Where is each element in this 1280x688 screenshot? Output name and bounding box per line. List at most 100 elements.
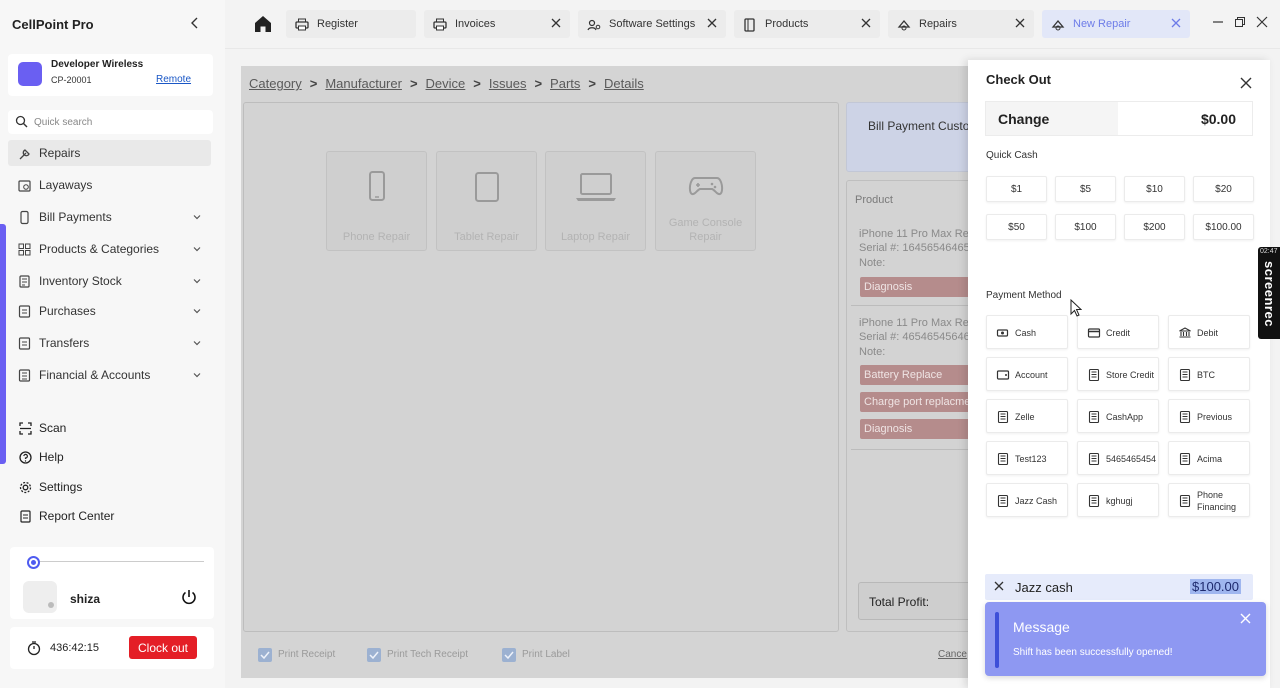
tab-invoices[interactable]: Invoices xyxy=(424,10,570,38)
payment-method-kghugj[interactable]: kghugj xyxy=(1077,483,1159,517)
sidebar-item-repairs[interactable]: Repairs xyxy=(8,140,211,166)
clock-out-button[interactable]: Clock out xyxy=(129,636,197,659)
payment-method-credit[interactable]: Credit xyxy=(1077,315,1159,349)
sidebar-item-transfers[interactable]: Transfers xyxy=(8,330,211,356)
breadcrumb-item[interactable]: Details xyxy=(604,76,644,91)
close-tab-icon[interactable] xyxy=(1015,18,1025,28)
toast-title: Message xyxy=(1013,619,1070,635)
tab-label: Products xyxy=(765,18,809,30)
breadcrumb-separator-icon: > xyxy=(534,76,543,91)
tab-label: Register xyxy=(317,18,358,30)
issue-label: Battery Replace xyxy=(864,369,943,381)
user-name: shiza xyxy=(70,592,101,606)
payment-method-test123[interactable]: Test123 xyxy=(986,441,1068,475)
quick-cash-button[interactable]: $20 xyxy=(1193,176,1254,202)
stopwatch-icon xyxy=(26,640,42,656)
payment-method-jazz-cash[interactable]: Jazz Cash xyxy=(986,483,1068,517)
payment-method-acima[interactable]: Acima xyxy=(1168,441,1250,475)
total-profit-box: Total Profit: xyxy=(858,582,976,620)
quick-cash-button[interactable]: $200 xyxy=(1124,214,1185,240)
issue-chip[interactable]: Charge port replacme xyxy=(860,392,975,412)
close-icon[interactable] xyxy=(1240,77,1252,89)
search-input[interactable] xyxy=(34,113,204,131)
payment-method-5465465454[interactable]: 5465465454 xyxy=(1077,441,1159,475)
payment-method-debit[interactable]: Debit xyxy=(1168,315,1250,349)
quick-cash-button[interactable]: $5 xyxy=(1055,176,1116,202)
category-tile[interactable]: Tablet Repair xyxy=(436,151,537,251)
home-icon[interactable] xyxy=(250,12,276,36)
selected-payment-amount[interactable]: $100.00 xyxy=(1190,579,1241,594)
tab-repairs[interactable]: Repairs xyxy=(888,10,1034,38)
tab-register[interactable]: Register xyxy=(286,10,416,38)
screenrec-badge[interactable]: 02:47 screenrec xyxy=(1258,247,1280,339)
sidebar-item-scan[interactable]: Scan xyxy=(8,416,211,440)
phone-icon xyxy=(17,210,32,225)
sidebar-item-products-categories[interactable]: Products & Categories xyxy=(8,236,211,262)
payment-method-btc[interactable]: BTC xyxy=(1168,357,1250,391)
sidebar-item-settings[interactable]: Settings xyxy=(8,475,211,499)
sidebar-item-financial-accounts[interactable]: Financial & Accounts xyxy=(8,362,211,388)
minimize-icon[interactable] xyxy=(1212,16,1224,28)
quick-cash-button[interactable]: $100.00 xyxy=(1193,214,1254,240)
quick-cash-button[interactable]: $10 xyxy=(1124,176,1185,202)
tablet-icon xyxy=(468,170,506,208)
sidebar-item-help[interactable]: Help xyxy=(8,445,211,469)
payment-method-account[interactable]: Account xyxy=(986,357,1068,391)
breadcrumb-item[interactable]: Device xyxy=(426,76,466,91)
restore-icon[interactable] xyxy=(1234,16,1246,28)
payment-method-title: Payment Method xyxy=(986,290,1062,301)
category-tile[interactable]: Game Console Repair xyxy=(655,151,756,251)
category-tile[interactable]: Laptop Repair xyxy=(545,151,646,251)
sidebar-item-label: Settings xyxy=(39,480,83,494)
payment-method-label: Test123 xyxy=(1015,454,1047,464)
close-toast-icon[interactable] xyxy=(1240,613,1251,624)
close-tab-icon[interactable] xyxy=(861,18,871,28)
power-icon[interactable] xyxy=(180,588,198,606)
payment-method-store-credit[interactable]: Store Credit xyxy=(1077,357,1159,391)
quick-cash-button[interactable]: $100 xyxy=(1055,214,1116,240)
breadcrumb-item[interactable]: Issues xyxy=(489,76,527,91)
cancel-link[interactable]: Cance xyxy=(938,649,967,660)
collapse-sidebar-icon[interactable] xyxy=(188,16,202,30)
issue-chip[interactable]: Battery Replace xyxy=(860,365,975,385)
issue-chip[interactable]: Diagnosis xyxy=(860,419,975,439)
close-tab-icon[interactable] xyxy=(707,18,717,28)
cart-icon xyxy=(17,304,32,319)
breadcrumb-item[interactable]: Parts xyxy=(550,76,580,91)
category-tile[interactable]: Phone Repair xyxy=(326,151,427,251)
breadcrumb-item[interactable]: Category xyxy=(249,76,302,91)
payment-method-label: Zelle xyxy=(1015,412,1035,422)
quick-cash-button[interactable]: $1 xyxy=(986,176,1047,202)
remote-link[interactable]: Remote xyxy=(156,74,191,85)
close-tab-icon[interactable] xyxy=(551,18,561,28)
breadcrumb-separator-icon: > xyxy=(473,76,481,91)
receipt-icon xyxy=(1178,494,1192,508)
chevron-down-icon xyxy=(192,306,202,316)
payment-method-previous[interactable]: Previous xyxy=(1168,399,1250,433)
bill-payment-card[interactable]: Bill Payment Custo xyxy=(846,102,976,172)
tab-new-repair[interactable]: New Repair xyxy=(1042,10,1190,38)
issue-chip[interactable]: Diagnosis xyxy=(860,277,975,297)
slider-knob[interactable] xyxy=(27,556,40,569)
remove-payment-icon[interactable] xyxy=(994,581,1004,591)
tab-products[interactable]: Products xyxy=(734,10,880,38)
payment-method-cashapp[interactable]: CashApp xyxy=(1077,399,1159,433)
payment-method-phone-financing[interactable]: Phone Financing xyxy=(1168,483,1250,517)
sidebar-item-purchases[interactable]: Purchases xyxy=(8,298,211,324)
sidebar-item-inventory-stock[interactable]: Inventory Stock xyxy=(8,268,211,294)
breadcrumb-item[interactable]: Manufacturer xyxy=(325,76,402,91)
receipt-icon xyxy=(1087,494,1101,508)
close-tab-icon[interactable] xyxy=(1171,18,1181,28)
breadcrumb-separator-icon: > xyxy=(588,76,596,91)
sidebar-item-label: Help xyxy=(39,450,64,464)
gear-icon xyxy=(18,480,33,495)
close-window-icon[interactable] xyxy=(1256,16,1268,28)
sidebar-item-bill-payments[interactable]: Bill Payments xyxy=(8,204,211,230)
sidebar-item-label: Bill Payments xyxy=(39,210,112,224)
quick-cash-button[interactable]: $50 xyxy=(986,214,1047,240)
sidebar-item-layaways[interactable]: Layaways xyxy=(8,172,211,198)
payment-method-zelle[interactable]: Zelle xyxy=(986,399,1068,433)
sidebar-item-report-center[interactable]: Report Center xyxy=(8,504,211,528)
payment-method-cash[interactable]: Cash xyxy=(986,315,1068,349)
tab-software-settings[interactable]: Software Settings xyxy=(578,10,726,38)
